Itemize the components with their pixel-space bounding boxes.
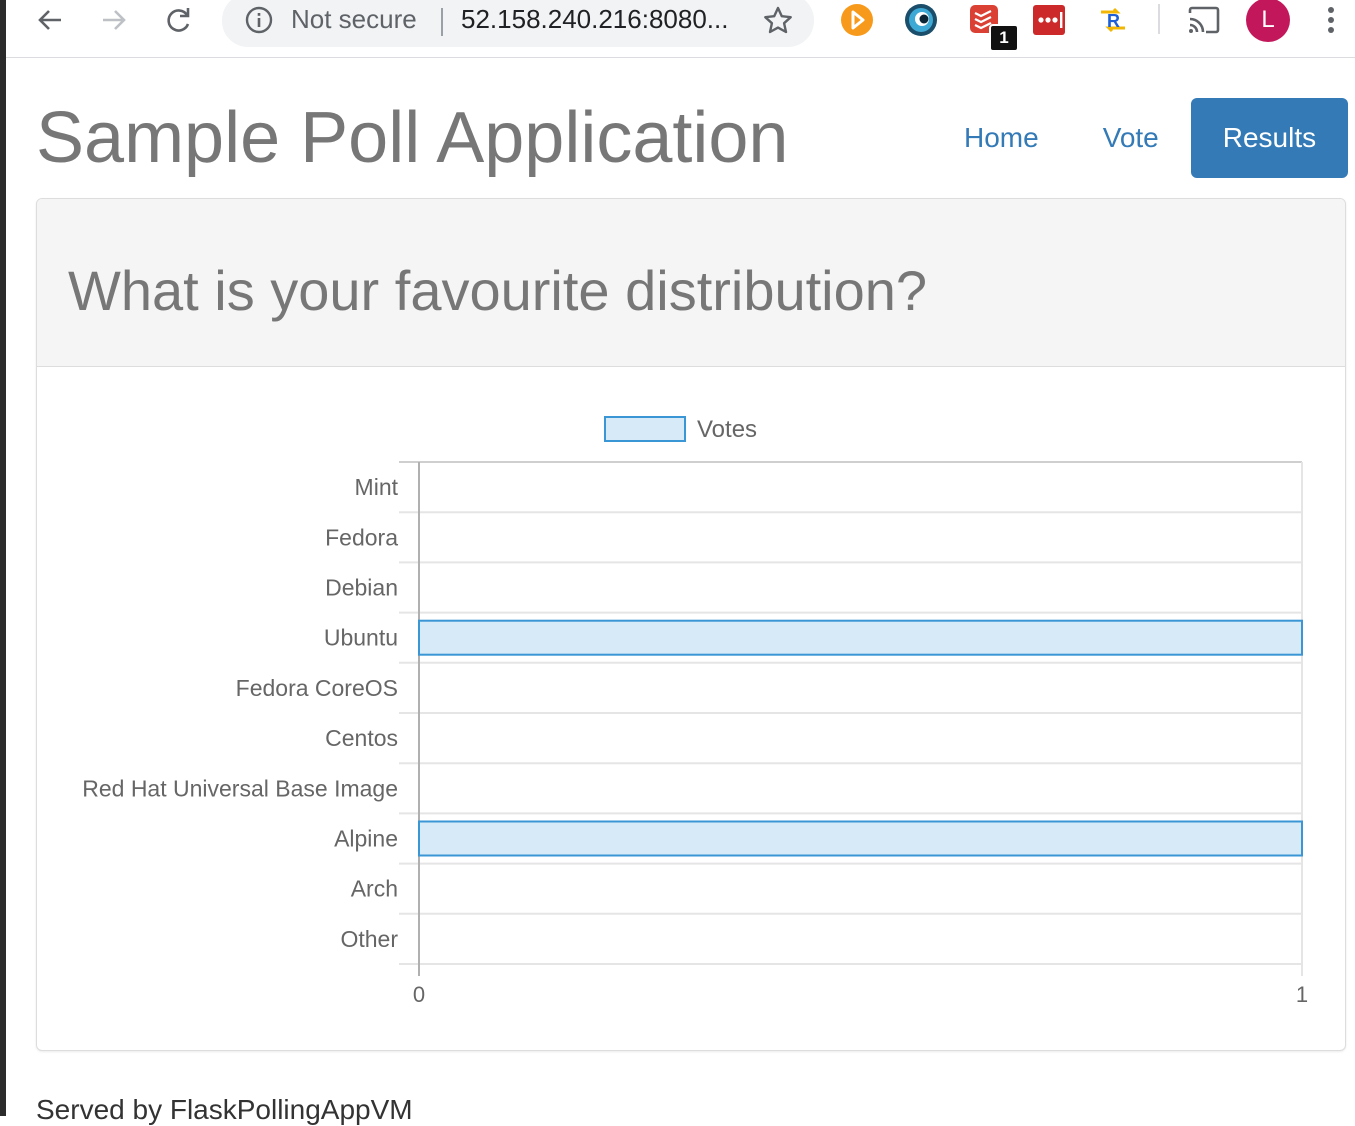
page-title: Sample Poll Application	[36, 98, 789, 178]
x-tick-label: 0	[413, 982, 425, 1007]
profile-avatar[interactable]: L	[1246, 0, 1290, 42]
x-tick-label: 1	[1296, 982, 1308, 1007]
back-arrow-icon[interactable]	[30, 0, 70, 40]
category-label: Fedora CoreOS	[236, 675, 398, 701]
reload-r-extension-icon[interactable]: R	[1097, 4, 1129, 36]
nav-results[interactable]: Results	[1190, 98, 1349, 178]
category-label: Red Hat Universal Base Image	[82, 775, 398, 801]
forward-arrow-icon[interactable]	[94, 0, 134, 40]
nav-home[interactable]: Home	[932, 98, 1071, 178]
play-extension-icon[interactable]	[841, 4, 873, 36]
category-label: Mint	[355, 474, 399, 500]
eye-extension-icon[interactable]	[905, 4, 937, 36]
category-label: Other	[340, 926, 398, 952]
info-icon[interactable]	[244, 5, 274, 40]
category-label: Ubuntu	[324, 625, 398, 651]
security-label: Not secure	[291, 4, 417, 34]
url-text[interactable]: 52.158.240.216:8080...	[461, 4, 728, 35]
browser-toolbar: Not secure 52.158.240.216:8080... 1 R L	[6, 0, 1355, 58]
more-vert-icon[interactable]	[1316, 0, 1346, 40]
svg-text:R: R	[1107, 11, 1120, 31]
main-nav: Home Vote Results	[932, 98, 1349, 178]
bar-alpine	[418, 820, 1303, 857]
window-edge	[0, 0, 6, 1116]
extension-badge: 1	[989, 24, 1019, 52]
cast-icon[interactable]	[1187, 4, 1221, 36]
legend-swatch	[604, 416, 686, 442]
category-label: Centos	[325, 725, 398, 751]
toolbar-divider	[1158, 4, 1160, 34]
legend-label: Votes	[697, 416, 757, 443]
votes-bar-chart: Votes Mint Fedora Debian Ubuntu Fedora CoreOS…	[82, 416, 1308, 1007]
reload-icon[interactable]	[158, 0, 198, 40]
category-label: Arch	[351, 876, 398, 902]
category-label: Fedora	[325, 524, 398, 550]
category-label: Debian	[325, 575, 398, 601]
bar-ubuntu	[418, 619, 1303, 656]
lastpass-extension-icon[interactable]	[1033, 4, 1065, 36]
served-by-footer: Served by FlaskPollingAppVM	[36, 1094, 413, 1125]
address-bar[interactable]: Not secure 52.158.240.216:8080...	[222, 0, 814, 47]
poll-results-panel: What is your favourite distribution? Vot…	[36, 198, 1346, 1051]
category-label: Alpine	[334, 826, 398, 852]
omnibox-separator	[441, 8, 443, 36]
bookmark-star-icon[interactable]	[762, 5, 794, 42]
nav-vote[interactable]: Vote	[1071, 98, 1191, 178]
